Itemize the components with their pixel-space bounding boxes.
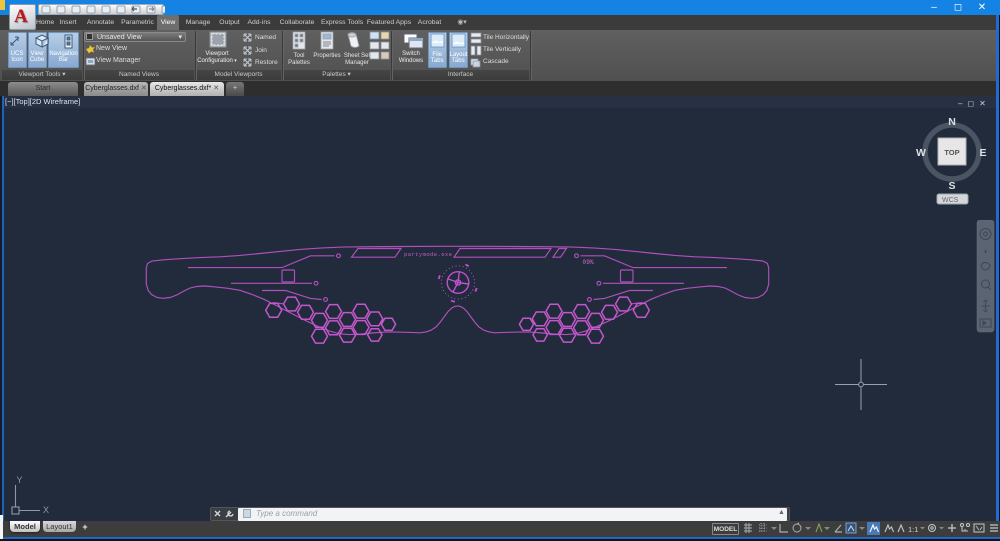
svg-text:Y: Y <box>17 475 23 485</box>
svg-text:partymode.exe: partymode.exe <box>404 251 452 258</box>
svg-text:09%: 09% <box>583 259 594 266</box>
svg-text:X: X <box>43 505 49 515</box>
svg-text:1:1: 1:1 <box>908 525 918 534</box>
